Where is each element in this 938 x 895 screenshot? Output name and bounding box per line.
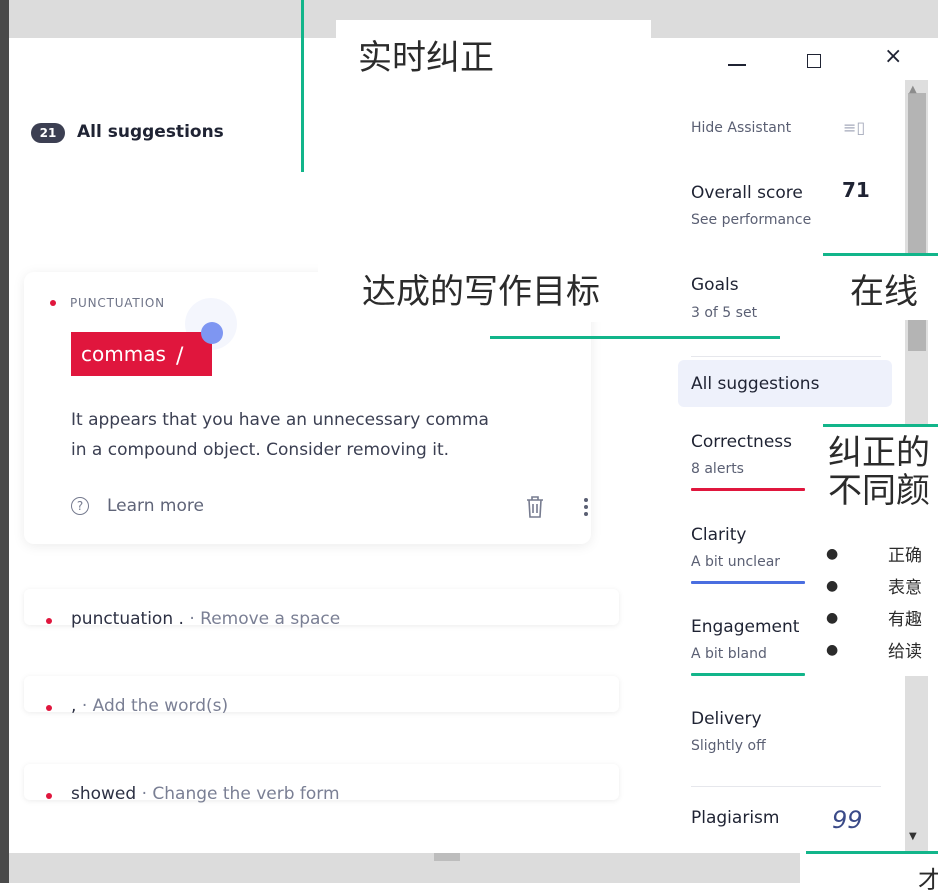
alert-dot-icon — [46, 793, 52, 799]
annotation-colors-line1: 纠正的 — [828, 433, 930, 473]
panel-toggle-icon[interactable]: ≡▯ — [843, 118, 865, 137]
row-action: Add the word(s) — [92, 696, 229, 716]
close-button[interactable]: × — [884, 44, 902, 69]
sidebar-item-all-suggestions[interactable]: All suggestions — [678, 360, 892, 407]
sidebar-item-correctness[interactable]: Correctness — [691, 432, 792, 452]
engagement-bar — [691, 673, 805, 676]
maximize-button[interactable] — [807, 54, 821, 68]
bottom-handle — [434, 853, 460, 861]
sidebar-item-delivery[interactable]: Delivery — [691, 709, 762, 729]
alert-dot-icon — [46, 618, 52, 624]
row-separator: · — [81, 696, 88, 716]
sidebar-item-engagement[interactable]: Engagement — [691, 617, 799, 637]
window-left-edge — [0, 0, 9, 883]
row-text: , · Add the word(s) — [71, 696, 228, 716]
correctness-bar — [691, 488, 805, 491]
alert-dot-icon — [50, 300, 56, 306]
clarity-status: A bit unclear — [691, 554, 781, 570]
row-action: Change the verb form — [152, 784, 340, 804]
row-term: punctuation . — [71, 609, 184, 629]
help-circle-icon[interactable]: ? — [71, 497, 89, 515]
row-text: punctuation . · Remove a space — [71, 609, 340, 629]
annotation-item: 正确 — [888, 546, 922, 566]
cursor-bubble-icon — [201, 322, 223, 344]
scroll-up-arrow-icon[interactable]: ▲ — [909, 84, 917, 95]
card-description: It appears that you have an unnecessary … — [71, 405, 571, 465]
engagement-status: A bit bland — [691, 646, 767, 662]
annotation-line — [823, 253, 938, 256]
strike-slash: / — [176, 344, 184, 369]
minimize-button[interactable] — [728, 64, 746, 66]
alert-dot-icon — [46, 705, 52, 711]
row-action: Remove a space — [200, 609, 341, 629]
correctness-status: 8 alerts — [691, 461, 744, 477]
annotation-item: 给读 — [888, 642, 922, 662]
clarity-bar — [691, 581, 805, 584]
quote-icon: 99 — [832, 806, 863, 834]
annotation-line — [823, 424, 938, 427]
highlighted-word[interactable]: commas — [71, 332, 212, 376]
suggestion-count-badge: 21 — [31, 123, 65, 143]
card-description-line1: It appears that you have an unnecessary … — [71, 410, 489, 430]
trash-icon[interactable] — [524, 495, 546, 523]
page-title: All suggestions — [77, 122, 224, 142]
bullet-icon: ● — [826, 642, 839, 658]
annotation-goals: 达成的写作目标 — [362, 272, 600, 312]
annotation-colors-line2: 不同颜 — [828, 471, 930, 511]
learn-more-link[interactable]: Learn more — [107, 496, 204, 516]
row-separator: · — [189, 609, 195, 629]
see-performance-link[interactable]: See performance — [691, 212, 811, 228]
sidebar-item-plagiarism[interactable]: Plagiarism — [691, 808, 779, 828]
bullet-icon: ● — [826, 578, 839, 594]
delivery-status: Slightly off — [691, 738, 766, 754]
annotation-item: 有趣 — [888, 610, 922, 630]
annotation-line — [490, 336, 780, 339]
card-description-line2: in a compound object. Consider removing … — [71, 440, 450, 460]
more-options-icon[interactable] — [583, 496, 589, 522]
window-bottom-bar — [9, 853, 938, 883]
goals-count: 3 of 5 set — [691, 305, 758, 321]
bullet-icon: ● — [826, 546, 839, 562]
annotation-item: 表意 — [888, 578, 922, 598]
sidebar-divider — [691, 786, 881, 787]
hide-assistant-button[interactable]: Hide Assistant — [691, 120, 791, 136]
annotation-line — [806, 851, 938, 854]
row-text: showed · Change the verb form — [71, 784, 340, 804]
row-term: , — [71, 696, 77, 716]
bullet-icon: ● — [826, 610, 839, 626]
overall-score-label[interactable]: Overall score — [691, 183, 803, 203]
card-category: PUNCTUATION — [70, 296, 165, 310]
sidebar-divider — [691, 356, 881, 357]
annotation-online: 在线 — [850, 272, 918, 312]
goals-label[interactable]: Goals — [691, 275, 739, 295]
row-separator: · — [141, 784, 147, 804]
row-term: showed — [71, 784, 137, 804]
annotation-line — [301, 0, 304, 172]
annotation-bottom: 才 — [918, 866, 938, 894]
scroll-down-arrow-icon[interactable]: ▼ — [909, 831, 917, 842]
overall-score-value: 71 — [842, 178, 870, 202]
sidebar-item-clarity[interactable]: Clarity — [691, 525, 746, 545]
annotation-realtime: 实时纠正 — [358, 38, 494, 78]
